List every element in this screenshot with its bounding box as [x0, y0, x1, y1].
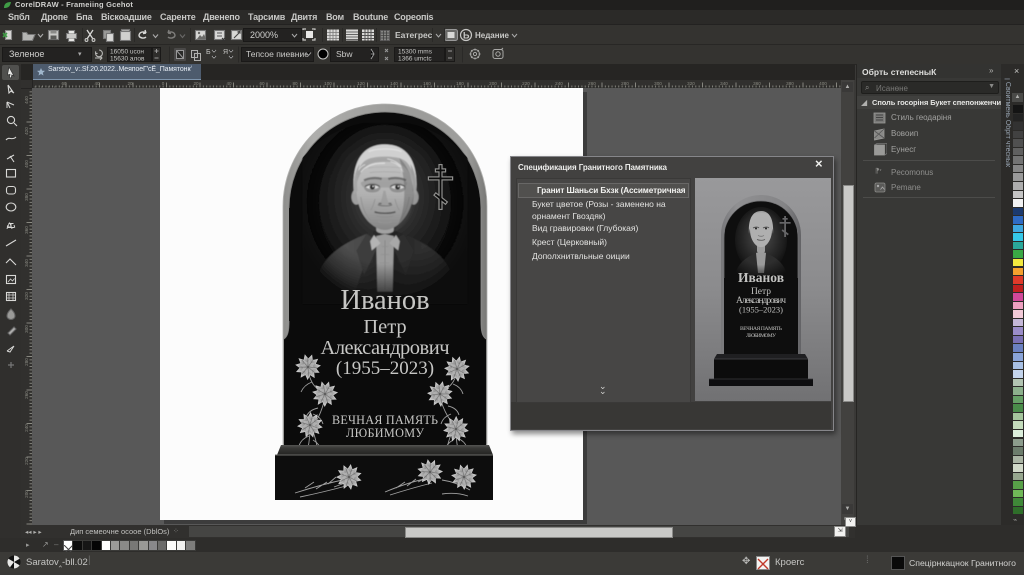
svg-text:280: 280: [621, 81, 629, 86]
svg-text:200: 200: [489, 81, 497, 86]
svg-text:380: 380: [24, 193, 29, 201]
svg-text:360: 360: [24, 226, 29, 234]
svg-text:(1955–2023): (1955–2023): [336, 358, 434, 379]
svg-text:Петр: Петр: [363, 316, 406, 338]
svg-text:340: 340: [24, 259, 29, 267]
svg-text:80: 80: [292, 81, 298, 86]
svg-text:40: 40: [226, 81, 232, 86]
svg-text:ЛЮБИМОМУ: ЛЮБИМОМУ: [346, 426, 424, 440]
svg-text:Иванов: Иванов: [738, 270, 784, 285]
svg-text:Б: Б: [206, 49, 211, 56]
svg-text:16050 ucoн: 16050 ucoн: [110, 49, 144, 56]
svg-text:Sbw: Sbw: [336, 49, 353, 59]
svg-text:2000%: 2000%: [250, 30, 278, 40]
svg-text:15300 mms: 15300 mms: [398, 49, 433, 56]
svg-text:Александрович: Александрович: [321, 337, 450, 359]
svg-text:360: 360: [753, 81, 761, 86]
svg-text:300: 300: [24, 325, 29, 333]
svg-text:1366 umctc: 1366 umctc: [398, 56, 432, 63]
svg-text:440: 440: [24, 96, 29, 104]
svg-text:100: 100: [324, 81, 332, 86]
svg-text:ВЕЧНАЯ ПАМЯТЬ: ВЕЧНАЯ ПАМЯТЬ: [740, 326, 782, 332]
svg-text:Я: Я: [223, 49, 228, 56]
svg-text:ЛЮБИМОМУ: ЛЮБИМОМУ: [746, 333, 776, 339]
svg-text:400: 400: [819, 81, 827, 86]
svg-text:15630 алов: 15630 алов: [110, 56, 145, 63]
svg-text:300: 300: [654, 81, 662, 86]
svg-text:220: 220: [24, 457, 29, 465]
svg-text:320: 320: [687, 81, 695, 86]
svg-text:60: 60: [259, 81, 265, 86]
svg-text:A: A: [7, 221, 13, 231]
svg-text:240: 240: [555, 81, 563, 86]
svg-text:200: 200: [24, 490, 29, 498]
svg-text:420: 420: [24, 127, 29, 135]
svg-text:180: 180: [456, 81, 464, 86]
svg-text:160: 160: [423, 81, 431, 86]
svg-text:Еатегрес: Еатегрес: [395, 30, 433, 40]
svg-text:Тепсое пиевние: Тепсое пиевние: [246, 49, 309, 59]
svg-text:20: 20: [193, 81, 199, 86]
svg-text:Недание: Недание: [475, 31, 510, 40]
svg-text:Иванов: Иванов: [340, 285, 429, 316]
svg-text:280: 280: [24, 358, 29, 366]
svg-text:40: 40: [94, 81, 100, 86]
svg-text:380: 380: [786, 81, 794, 86]
svg-text:260: 260: [588, 81, 596, 86]
svg-text:120: 120: [357, 81, 365, 86]
svg-text:400: 400: [24, 160, 29, 168]
svg-text:Ь: Ь: [463, 31, 470, 41]
svg-text:0: 0: [162, 81, 165, 86]
svg-text:(1955–2023): (1955–2023): [739, 305, 783, 315]
svg-text:320: 320: [24, 292, 29, 300]
svg-text:260: 260: [24, 391, 29, 399]
svg-text:20: 20: [127, 81, 133, 86]
svg-text:60: 60: [61, 81, 67, 86]
svg-text:340: 340: [720, 81, 728, 86]
svg-text:240: 240: [24, 424, 29, 432]
svg-text:220: 220: [522, 81, 530, 86]
svg-text:ВЕЧНАЯ ПАМЯТЬ: ВЕЧНАЯ ПАМЯТЬ: [332, 413, 438, 427]
svg-text:140: 140: [390, 81, 398, 86]
